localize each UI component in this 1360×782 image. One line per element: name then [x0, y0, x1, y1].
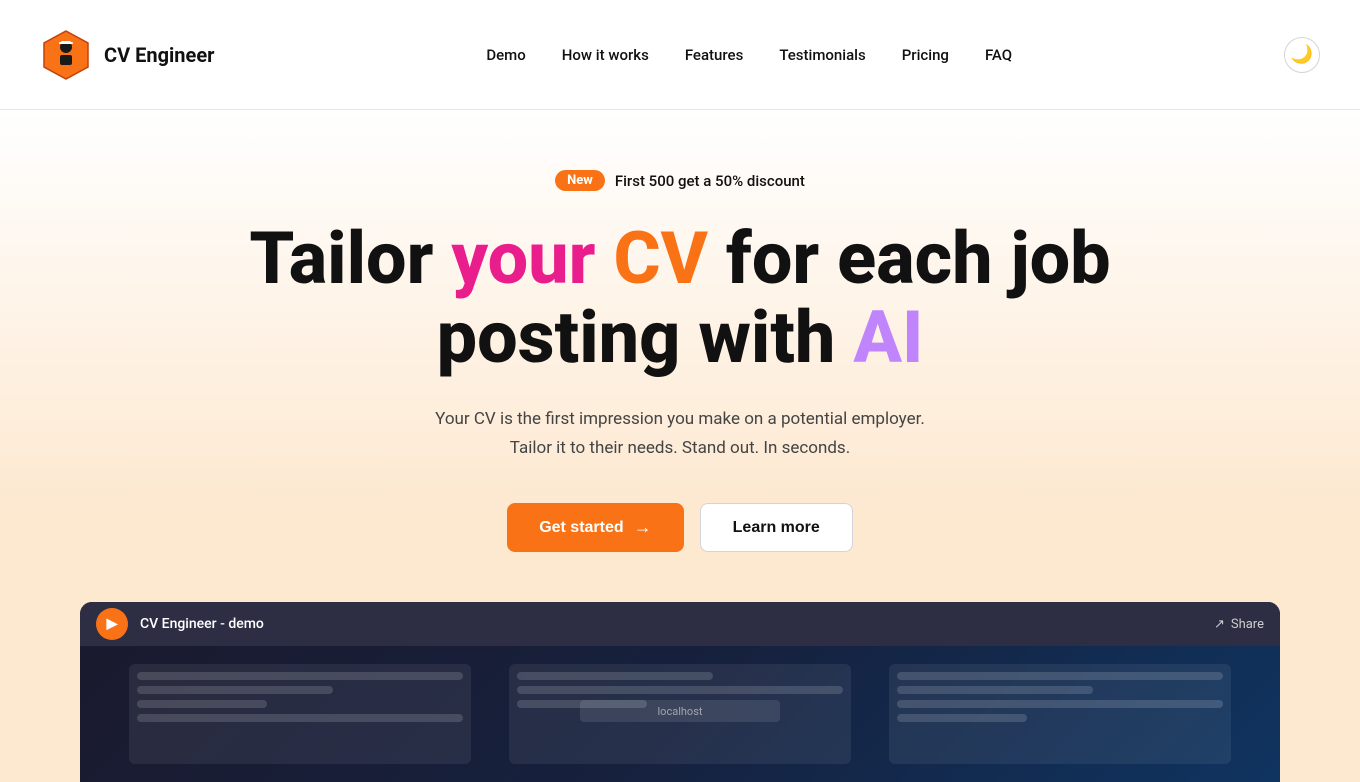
hero-subheadline: Your CV is the first impression you make…: [435, 405, 925, 463]
hero-section: New First 500 get a 50% discount Tailor …: [0, 110, 1360, 782]
share-icon: ↗: [1214, 617, 1225, 632]
badge-row: New First 500 get a 50% discount: [555, 170, 805, 191]
panel-line: [137, 714, 463, 722]
learn-more-label: Learn more: [733, 519, 820, 536]
moon-icon: 🌙: [1291, 44, 1313, 65]
nav-item-testimonials[interactable]: Testimonials: [779, 45, 865, 64]
url-text: localhost: [658, 705, 703, 718]
video-panel-left: [129, 664, 471, 764]
logo-icon: [40, 29, 92, 81]
video-content: localhost: [80, 646, 1280, 782]
share-label: Share: [1231, 617, 1264, 632]
new-badge: New: [555, 170, 605, 191]
hero-headline: Tailor your CV for each jobposting with …: [249, 219, 1110, 377]
nav-item-faq[interactable]: FAQ: [985, 45, 1012, 64]
nav-links: Demo How it works Features Testimonials …: [486, 45, 1012, 64]
panel-line: [897, 714, 1027, 722]
video-title: CV Engineer - demo: [140, 616, 264, 632]
get-started-button[interactable]: Get started →: [507, 503, 683, 552]
nav-item-features[interactable]: Features: [685, 45, 743, 64]
cta-row: Get started → Learn more: [507, 503, 853, 552]
panel-line: [137, 672, 463, 680]
headline-tailor: Tailor: [249, 216, 451, 301]
navbar: CV Engineer Demo How it works Features T…: [0, 0, 1360, 110]
subline-1: Your CV is the first impression you make…: [435, 409, 925, 429]
video-channel-icon: ▶: [96, 608, 128, 640]
demo-video[interactable]: ▶ CV Engineer - demo ↗ Share localhost: [80, 602, 1280, 782]
logo[interactable]: CV Engineer: [40, 29, 214, 81]
video-bar: ▶ CV Engineer - demo ↗ Share: [80, 602, 1280, 646]
panel-line: [137, 686, 333, 694]
nav-item-pricing[interactable]: Pricing: [902, 45, 949, 64]
logo-text: CV Engineer: [104, 43, 214, 67]
url-bar: localhost: [580, 700, 780, 722]
headline-ai: AI: [853, 295, 923, 380]
nav-item-demo[interactable]: Demo: [486, 45, 525, 64]
learn-more-button[interactable]: Learn more: [700, 503, 853, 552]
panel-line: [517, 672, 713, 680]
subline-2: Tailor it to their needs. Stand out. In …: [510, 438, 850, 458]
panel-line: [897, 672, 1223, 680]
nav-item-how-it-works[interactable]: How it works: [562, 45, 649, 64]
panel-line: [897, 686, 1093, 694]
dark-mode-toggle[interactable]: 🌙: [1284, 37, 1320, 73]
arrow-icon: →: [634, 517, 652, 538]
panel-line: [897, 700, 1223, 708]
panel-line: [137, 700, 267, 708]
video-panel-right: [889, 664, 1231, 764]
get-started-label: Get started: [539, 519, 623, 537]
badge-text: First 500 get a 50% discount: [615, 172, 805, 190]
video-share[interactable]: ↗ Share: [1214, 617, 1264, 632]
panel-line: [517, 686, 843, 694]
headline-space: [596, 216, 614, 301]
headline-cv: CV: [613, 216, 708, 301]
headline-your: your: [451, 216, 595, 301]
